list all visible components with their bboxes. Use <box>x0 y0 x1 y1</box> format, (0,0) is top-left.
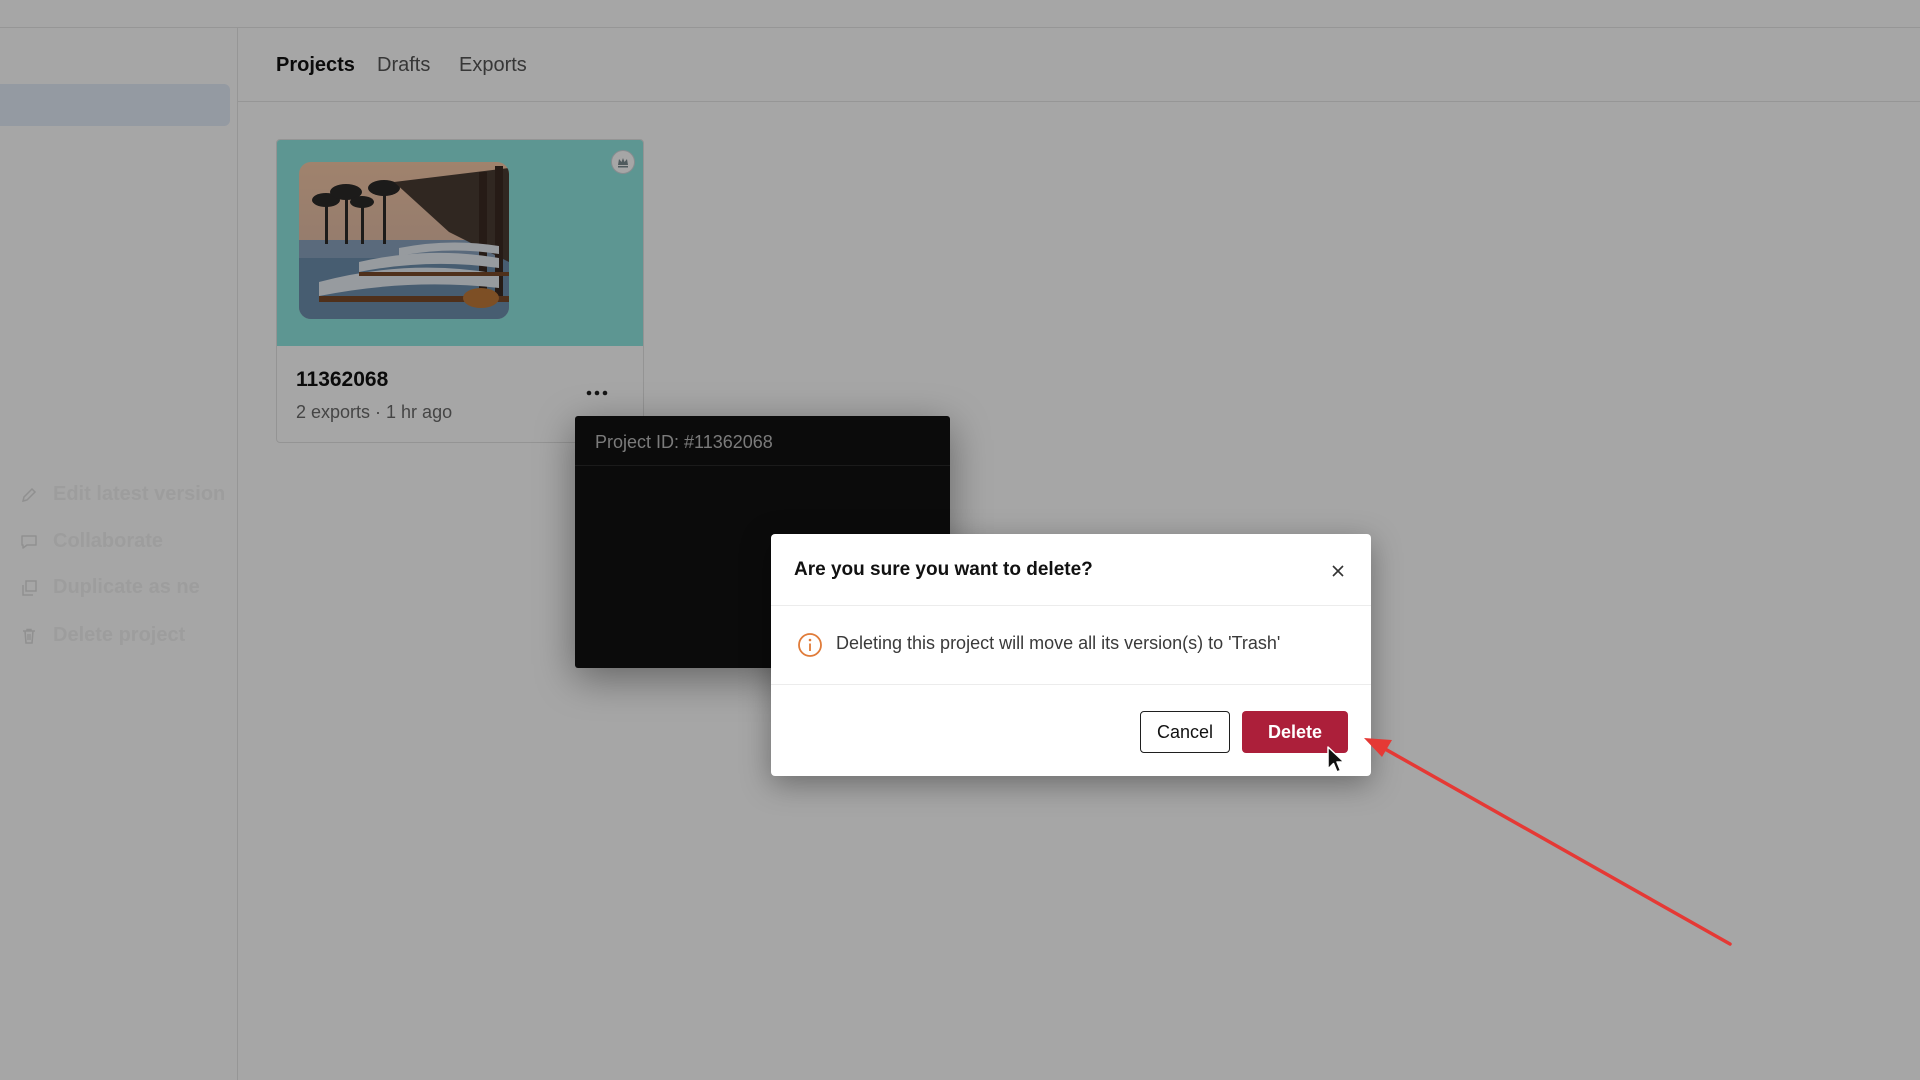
info-icon <box>798 633 822 657</box>
dialog-message: Deleting this project will move all its … <box>836 633 1281 653</box>
delete-confirm-dialog: Are you sure you want to delete? Deletin… <box>771 534 1371 776</box>
dialog-body: Deleting this project will move all its … <box>771 606 1371 685</box>
dialog-header: Are you sure you want to delete? <box>771 534 1371 606</box>
cancel-button[interactable]: Cancel <box>1140 711 1230 753</box>
close-button[interactable] <box>1327 560 1349 582</box>
close-icon <box>1332 565 1344 577</box>
mouse-cursor-icon <box>1327 746 1345 773</box>
dialog-title: Are you sure you want to delete? <box>794 559 1093 580</box>
app: Projects Drafts Exports 11362068 2 expor… <box>0 0 1920 1080</box>
